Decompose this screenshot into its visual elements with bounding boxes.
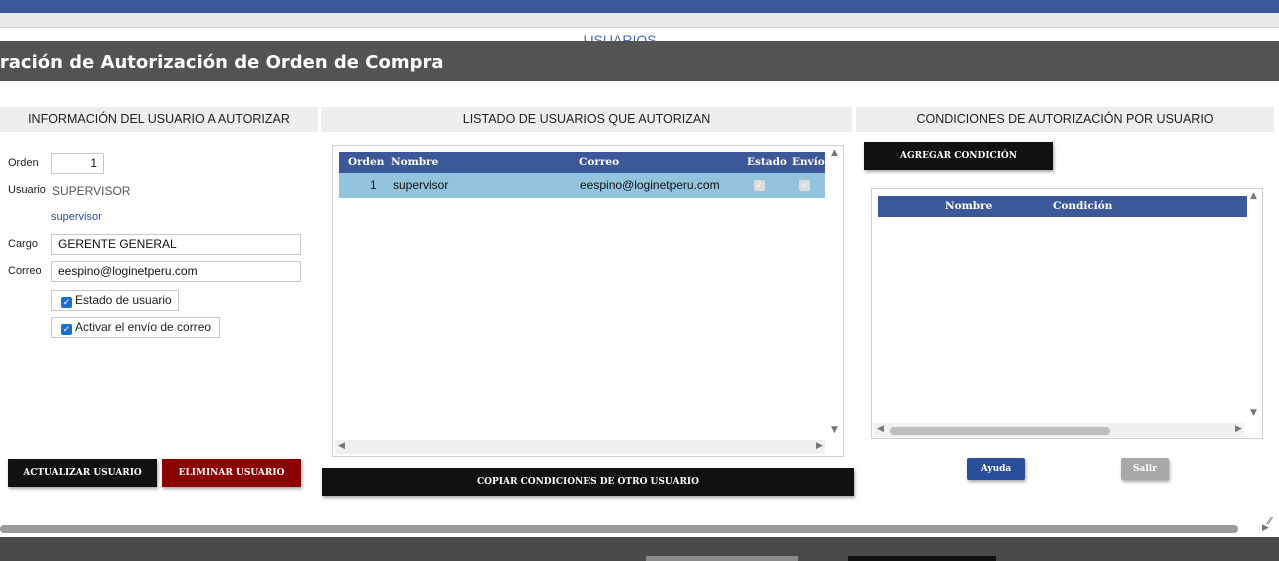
correo-input[interactable]: eespino@loginetperu.com [51,261,301,282]
column-header-orden[interactable]: Orden [348,152,384,173]
column-header-correo[interactable]: Correo [579,152,619,173]
row-envio-check-icon: ✓ [799,180,810,191]
arrow-right-icon[interactable]: ▶ [1235,424,1242,434]
authorizers-list-heading: LISTADO DE USUARIOS QUE AUTORIZAN [321,107,852,132]
eliminar-usuario-button[interactable]: ELIMINAR USUARIO [162,459,301,487]
activar-envio-checkbox[interactable]: ✓ Activar el envío de correo [51,317,220,338]
conditions-grid-header: Nombre Condición [878,196,1247,217]
conditions-horizontal-scrollbar[interactable]: ◀ ▶ [874,423,1244,437]
background-button [848,556,996,561]
app-top-bar [0,0,1279,13]
modal-title: iguración de Autorización de Orden de Co… [0,52,444,73]
background-page-title: USUARIOS [583,32,657,41]
ayuda-button[interactable]: Ayuda [967,458,1025,480]
copiar-condiciones-button[interactable]: COPIAR CONDICIONES DE OTRO USUARIO [322,468,854,496]
authorizers-horizontal-scrollbar[interactable]: ◀ ▶ [335,440,825,454]
check-icon[interactable]: ✓ [61,297,72,308]
usuario-value: SUPERVISOR [52,184,131,198]
arrow-up-icon[interactable]: ▲ [831,148,838,158]
app-sub-bar [0,13,1279,28]
correo-label: Correo [8,265,42,277]
row-orden: 1 [370,178,377,192]
modal-header[interactable]: iguración de Autorización de Orden de Co… [0,41,1279,81]
table-row[interactable]: 1 supervisor eespino@loginetperu.com ✓ ✓ [339,173,825,198]
scroll-thumb[interactable] [890,427,1110,435]
column-header-condicion[interactable]: Condición [1053,196,1112,217]
estado-usuario-checkbox[interactable]: ✓ Estado de usuario [51,290,179,311]
usuario-sub-name: supervisor [51,211,102,223]
resize-grip-icon[interactable]: ⁄⁄ [1268,516,1271,527]
background-footer-bar [0,537,1279,561]
arrow-down-icon[interactable]: ▼ [831,425,838,435]
column-header-nombre[interactable]: Nombre [945,196,992,217]
user-info-heading: INFORMACIÓN DEL USUARIO A AUTORIZAR [0,107,318,132]
usuario-label: Usuario [8,184,46,196]
authorizers-grid: Orden Nombre Correo Estado Envío 1 super… [332,145,844,457]
arrow-right-icon[interactable]: ▶ [816,441,823,451]
background-button [646,556,798,561]
arrow-up-icon[interactable]: ▲ [1250,191,1257,201]
actualizar-usuario-button[interactable]: ACTUALIZAR USUARIO [8,459,157,487]
orden-label: Orden [8,157,39,169]
conditions-grid: Nombre Condición ▲ ▼ ◀ ▶ [871,188,1263,439]
arrow-down-icon[interactable]: ▼ [1250,408,1257,418]
authorizers-grid-header: Orden Nombre Correo Estado Envío [339,152,825,173]
row-correo: eespino@loginetperu.com [580,178,720,192]
row-estado-check-icon: ✓ [754,180,765,191]
arrow-left-icon[interactable]: ◀ [877,424,884,434]
column-header-envio[interactable]: Envío [792,152,825,173]
conditions-heading: CONDICIONES DE AUTORIZACIÓN POR USUARIO [856,107,1274,132]
cargo-label: Cargo [8,238,38,250]
check-icon[interactable]: ✓ [61,324,72,335]
row-nombre: supervisor [393,178,449,192]
arrow-left-icon[interactable]: ◀ [338,441,345,451]
estado-usuario-label: Estado de usuario [75,293,172,307]
column-header-estado[interactable]: Estado [747,152,787,173]
modal-horizontal-scrollbar-thumb[interactable] [0,525,1238,533]
column-header-nombre[interactable]: Nombre [391,152,438,173]
cargo-input[interactable]: GERENTE GENERAL [51,234,301,255]
agregar-condicion-button[interactable]: AGREGAR CONDICIÓN [864,142,1053,170]
activar-envio-label: Activar el envío de correo [75,320,212,334]
salir-button[interactable]: Salir [1121,458,1169,480]
orden-input[interactable]: 1 [51,153,104,174]
